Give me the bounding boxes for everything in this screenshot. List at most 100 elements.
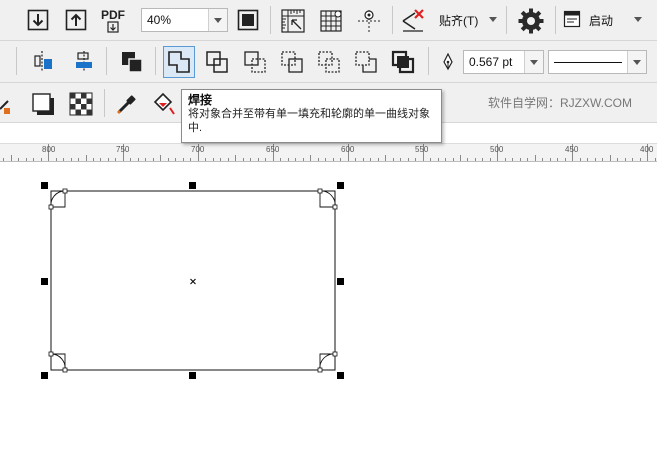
outline-width-value: 0.567 pt	[469, 55, 513, 69]
ruler-tick	[145, 158, 147, 161]
show-grid-button[interactable]	[316, 6, 346, 36]
chevron-down-icon	[530, 59, 538, 65]
ruler-tick	[115, 158, 117, 161]
interactive-fill-button[interactable]	[148, 89, 178, 119]
combine-button[interactable]	[117, 47, 147, 77]
ruler-tick	[295, 158, 297, 161]
ruler-tick	[25, 158, 27, 161]
align-distribute-button[interactable]	[30, 47, 58, 75]
ruler-tick	[557, 158, 559, 161]
launch-menu[interactable]: 启动	[589, 12, 613, 29]
ruler-tick	[325, 158, 327, 161]
line-style-select[interactable]	[548, 50, 647, 74]
import-button[interactable]	[24, 6, 52, 34]
ruler-tick	[257, 158, 259, 161]
ruler-tick	[70, 158, 72, 161]
partial-tool-button[interactable]	[0, 93, 14, 115]
center-marker-icon[interactable]	[190, 278, 196, 285]
ruler-tick	[33, 158, 34, 161]
selected-rectangle[interactable]	[50, 190, 336, 371]
snap-to-menu[interactable]: 贴齐(T)	[439, 12, 478, 29]
color-eyedropper-button[interactable]	[112, 89, 142, 119]
ruler-label: 550	[415, 145, 429, 154]
trim-button[interactable]	[202, 47, 232, 77]
ruler-tick	[430, 158, 431, 161]
launch-icon-wrap	[562, 9, 582, 29]
shape-node[interactable]	[62, 367, 68, 373]
contour-icon	[76, 51, 92, 71]
front-minus-back-button[interactable]	[314, 47, 344, 77]
shape-node[interactable]	[332, 204, 338, 210]
property-bar: 0.567 pt	[0, 41, 657, 83]
ruler-tick	[392, 158, 394, 161]
selection-handle[interactable]	[41, 278, 48, 285]
back-minus-front-button[interactable]	[351, 47, 381, 77]
separator	[270, 6, 271, 34]
launch-dropdown-arrow[interactable]	[633, 14, 643, 24]
drawing-canvas[interactable]	[0, 162, 657, 461]
ruler-tick	[437, 158, 439, 161]
ruler-tick	[415, 158, 416, 161]
selection-handle[interactable]	[189, 372, 196, 379]
ruler-tick	[377, 158, 379, 161]
chevron-down-icon	[634, 16, 642, 22]
ruler-tick	[242, 158, 244, 161]
back-minus-front-icon	[355, 51, 377, 73]
ruler-tick	[489, 158, 491, 161]
tooltip-description: 将对象合并至带有单一填充和轮廓的单一曲线对象中.	[188, 108, 430, 134]
snap-off-button[interactable]	[398, 6, 428, 36]
zoom-dropdown-arrow[interactable]	[208, 9, 227, 31]
ruler-tick	[482, 158, 484, 161]
export-button[interactable]	[62, 6, 90, 34]
horizontal-ruler[interactable]: 800 750 700 650 600 550 500 450 400	[0, 143, 657, 162]
ruler-tick	[445, 158, 446, 161]
ruler-tick	[527, 158, 529, 161]
ruler-tick	[212, 158, 214, 161]
shape-node[interactable]	[48, 351, 54, 357]
ruler-tick	[609, 155, 611, 161]
grid-icon	[320, 10, 342, 32]
drop-shadow-button[interactable]	[28, 89, 58, 119]
ruler-label: 650	[266, 145, 280, 154]
publish-pdf-button[interactable]: PDF	[98, 6, 128, 36]
selection-handle[interactable]	[337, 372, 344, 379]
drop-shadow-icon	[32, 93, 54, 115]
weld-button[interactable]	[163, 46, 195, 78]
ruler-tick	[3, 158, 5, 161]
align-icon	[34, 51, 52, 71]
selection-handle[interactable]	[41, 372, 48, 379]
ruler-label: 700	[191, 145, 205, 154]
selection-handle[interactable]	[189, 182, 196, 189]
options-button[interactable]	[515, 5, 547, 37]
ruler-tick	[152, 158, 154, 161]
show-rulers-button[interactable]	[278, 6, 308, 36]
simplify-icon	[281, 51, 303, 73]
contour-button[interactable]	[70, 47, 98, 75]
shape-node[interactable]	[317, 367, 323, 373]
full-screen-preview-button[interactable]	[234, 6, 262, 34]
ruler-tick	[10, 155, 12, 161]
shape-node[interactable]	[48, 204, 54, 210]
ruler-tick	[512, 158, 514, 161]
zoom-level-select[interactable]: 40%	[141, 8, 228, 32]
ruler-label: 450	[565, 145, 579, 154]
shape-node[interactable]	[332, 351, 338, 357]
transparency-button[interactable]	[66, 89, 96, 119]
shape-node[interactable]	[62, 188, 68, 194]
line-style-dropdown-arrow[interactable]	[627, 51, 646, 73]
ruler-tick	[602, 158, 604, 161]
ruler-tick	[205, 158, 207, 161]
selection-handle[interactable]	[337, 182, 344, 189]
outline-width-select[interactable]: 0.567 pt	[463, 50, 544, 74]
selection-handle[interactable]	[41, 182, 48, 189]
shape-node[interactable]	[317, 188, 323, 194]
show-guidelines-button[interactable]	[354, 6, 384, 36]
selection-handle[interactable]	[337, 278, 344, 285]
create-boundary-button[interactable]	[388, 47, 418, 77]
separator	[506, 6, 507, 34]
intersect-button[interactable]	[240, 47, 270, 77]
ruler-tick	[542, 158, 544, 161]
simplify-button[interactable]	[277, 47, 307, 77]
snap-dropdown-arrow[interactable]	[488, 14, 498, 24]
outline-width-dropdown-arrow[interactable]	[524, 51, 543, 73]
